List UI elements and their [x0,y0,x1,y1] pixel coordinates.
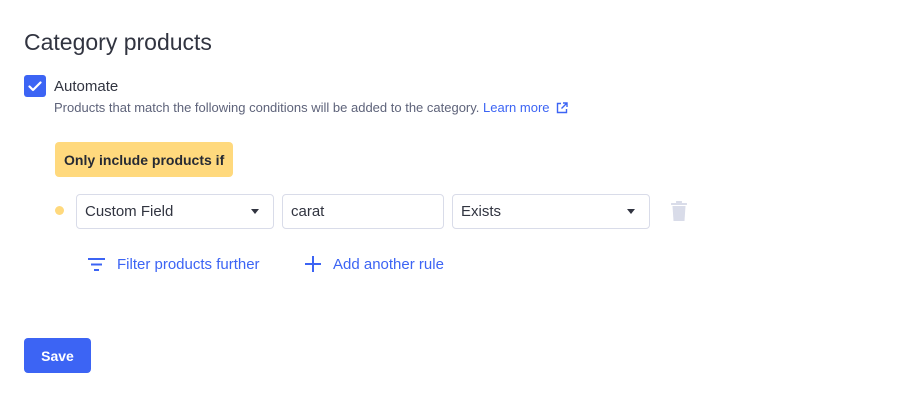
add-rule-label: Add another rule [333,255,444,273]
filter-products-button[interactable]: Filter products further [88,254,260,274]
rule-status-dot [55,206,64,215]
rule-field-value: Custom Field [85,203,174,220]
external-link-icon [556,102,568,114]
rule-operator-value: Exists [461,203,502,220]
section-title: Category products [24,29,212,55]
rule-value-text: carat [291,203,325,220]
rule-operator-select[interactable]: Exists [452,194,650,229]
learn-more-link[interactable]: Learn more [483,100,568,115]
filter-icon [88,257,105,271]
filter-products-label: Filter products further [117,255,260,273]
automate-checkbox[interactable] [24,75,46,97]
condition-badge: Only include products if [55,142,234,177]
save-button[interactable]: Save [24,338,91,373]
description-text: Products that match the following condit… [54,100,480,115]
automate-label: Automate [54,78,119,95]
automate-description: Products that match the following condit… [54,100,568,116]
trash-icon[interactable] [671,201,687,221]
add-rule-button[interactable]: Add another rule [305,254,444,274]
chevron-down-icon [251,209,259,214]
rule-field-select[interactable]: Custom Field [76,194,274,229]
rule-value-input[interactable]: carat [282,194,444,229]
plus-icon [305,256,321,272]
checkmark-icon [28,80,42,91]
chevron-down-icon [627,209,635,214]
